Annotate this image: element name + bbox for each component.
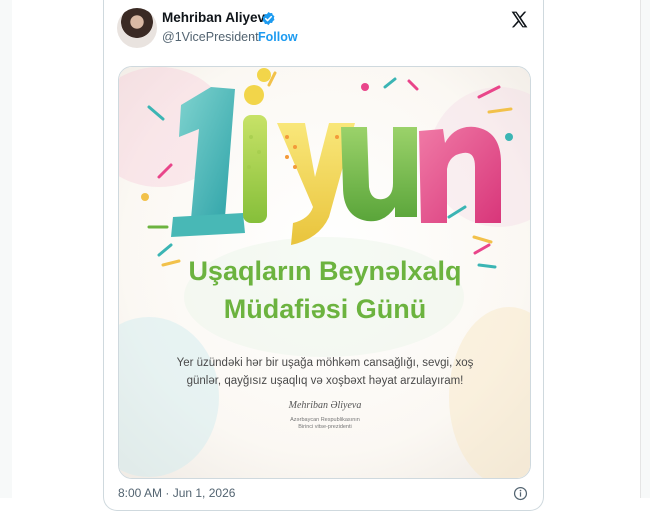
poster-artwork: Uşaqların Beynəlxalq Müdafiəsi Günü Yer …	[119, 67, 530, 478]
poster-headline-line1: Uşaqların Beynəlxalq	[188, 256, 461, 286]
author-handle[interactable]: @1VicePresident	[162, 30, 259, 44]
author-avatar[interactable]	[117, 8, 157, 48]
poster-signature: Mehriban Əliyeva	[288, 400, 362, 411]
separator-dot: ·	[251, 30, 256, 44]
verified-badge-icon	[262, 11, 275, 26]
page-left-gutter	[0, 0, 12, 498]
page-right-gutter	[640, 0, 650, 498]
poster-message-line1: Yer üzündəki hər bir uşağa möhkəm cansağ…	[177, 357, 474, 369]
poster-message-line2: günlər, qayğısız uşaqlıq və xoşbəxt həya…	[187, 375, 464, 387]
follow-button[interactable]: Follow	[258, 30, 298, 44]
poster-image[interactable]: Uşaqların Beynəlxalq Müdafiəsi Günü Yer …	[118, 66, 531, 479]
author-display-name[interactable]: Mehriban Aliyeva	[162, 10, 273, 25]
info-icon[interactable]	[513, 486, 528, 501]
poster-title-line1: Azərbaycan Respublikasının	[290, 417, 360, 423]
poster-headline-line2: Müdafiəsi Günü	[224, 294, 427, 324]
poster-title-line2: Birinci vitse-prezidenti	[298, 424, 352, 430]
x-logo-icon[interactable]	[510, 10, 529, 29]
